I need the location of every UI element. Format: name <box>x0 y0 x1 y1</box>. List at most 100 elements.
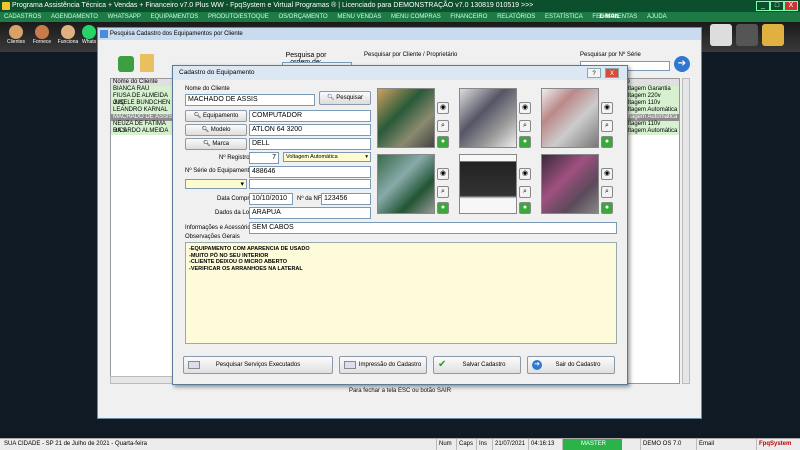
menu-vendas[interactable]: MENU VENDAS <box>333 12 385 22</box>
maximize-button[interactable]: □ <box>770 1 784 11</box>
table-row[interactable]: Voltagem Automática <box>619 128 679 135</box>
extra-field[interactable] <box>249 179 371 189</box>
table-row[interactable]: MACHADO DE ASSIS <box>111 114 175 121</box>
menu-agendamento[interactable]: AGENDAMENTO <box>47 12 102 22</box>
table-row[interactable]: RICARDO ALMEIDA <box>111 128 175 135</box>
edit-icon[interactable] <box>140 54 154 72</box>
funciona-button[interactable]: Funciona <box>56 24 80 50</box>
zoom-icon[interactable]: ⌕ <box>601 120 613 132</box>
menu-cadastros[interactable]: CADASTROS <box>0 12 45 22</box>
fornece-label: Fornece <box>32 39 52 45</box>
table-row[interactable]: FIUSA DE ALMEIDA JUQ <box>111 93 175 106</box>
status-email[interactable]: Email <box>696 439 714 450</box>
table-row[interactable]: GISELE BUNDCHEN <box>111 100 175 107</box>
menu-whatsapp[interactable]: WHATSAPP <box>104 12 145 22</box>
table-row[interactable]: BIANCA RAU <box>111 86 175 93</box>
tool-icon-a[interactable] <box>710 24 732 46</box>
app-title-bar: Programa Assistência Técnica + Vendas + … <box>0 0 800 12</box>
table-row[interactable]: Voltagem Garantia <box>619 86 679 93</box>
equipamento-button[interactable]: 🔍︎ Equipamento <box>185 110 247 122</box>
impressao-button[interactable]: Impressão do Cadastro <box>339 356 427 374</box>
marca-field[interactable]: DELL <box>249 138 371 150</box>
confirm-icon[interactable]: ● <box>601 202 613 214</box>
close-button[interactable]: X <box>784 1 798 11</box>
equipment-photo-1[interactable] <box>377 88 435 148</box>
menu-financeiro[interactable]: FINANCEIRO <box>446 12 491 22</box>
camera-icon[interactable]: ◉ <box>437 168 449 180</box>
clientes-button[interactable]: Clientes <box>4 24 28 50</box>
modelo-button[interactable]: 🔍︎ Modelo <box>185 124 247 136</box>
confirm-icon[interactable]: ● <box>437 202 449 214</box>
whatsapp-button[interactable]: WhatsApp <box>82 24 96 50</box>
table-row[interactable]: Voltagem 220v <box>619 93 679 100</box>
table-row[interactable]: NEUZA DE FATIMA DA S <box>111 121 175 134</box>
equipamento-field[interactable]: COMPUTADOR <box>249 110 371 122</box>
menu-ajuda[interactable]: AJUDA <box>643 12 671 22</box>
modelo-field[interactable]: ATLON 64 3200 <box>249 124 371 136</box>
serie-field[interactable]: 488646 <box>249 166 371 178</box>
zoom-icon[interactable]: ⌕ <box>437 120 449 132</box>
menu-estatistica[interactable]: ESTATÍSTICA <box>541 12 587 22</box>
help-button[interactable]: ? <box>587 68 601 78</box>
camera-icon[interactable]: ◉ <box>601 102 613 114</box>
camera-icon[interactable]: ◉ <box>519 102 531 114</box>
pesquisar-servicos-button[interactable]: Pesquisar Serviços Executados <box>183 356 333 374</box>
menu-email[interactable]: E-MAIL <box>595 12 624 22</box>
minimize-button[interactable]: _ <box>756 1 770 11</box>
menu-relatorios[interactable]: RELATÓRIOS <box>493 12 539 22</box>
confirm-icon[interactable]: ● <box>519 202 531 214</box>
table-row[interactable]: Voltagem Automática <box>619 114 679 121</box>
nf-field[interactable]: 123456 <box>321 193 371 205</box>
zoom-icon[interactable]: ⌕ <box>519 186 531 198</box>
extra-select[interactable]: ▾ <box>185 179 247 189</box>
data-compra-field[interactable]: 10/10/2010 <box>249 193 293 205</box>
table-row[interactable]: Voltagem 110v <box>619 121 679 128</box>
pesquisar-button[interactable]: 🔍︎ Pesquisar <box>319 91 371 105</box>
menu-os[interactable]: OS/ORÇAMENTO <box>274 12 331 22</box>
fornece-button[interactable]: Fornece <box>30 24 54 50</box>
loja-field[interactable]: ARAPUA <box>249 207 371 219</box>
clientes-label: Clientes <box>6 39 26 45</box>
search-client-label: Pesquisar por Cliente / Proprietário <box>364 52 458 58</box>
zoom-icon[interactable]: ⌕ <box>437 186 449 198</box>
menu-compras[interactable]: MENU COMPRAS <box>387 12 445 22</box>
equipment-photo-4[interactable] <box>377 154 435 214</box>
table-row[interactable]: Voltagem 110v <box>619 100 679 107</box>
confirm-icon[interactable]: ● <box>601 136 613 148</box>
equipment-photo-5[interactable] <box>459 154 517 214</box>
observacoes-textarea[interactable]: -EQUIPAMENTO COM APARENCIA DE USADO -MUI… <box>185 242 617 344</box>
confirm-icon[interactable]: ● <box>437 136 449 148</box>
equipment-photo-6[interactable] <box>541 154 599 214</box>
salvar-button[interactable]: ✔ Salvar Cadastro <box>433 356 521 374</box>
equipment-photo-2[interactable] <box>459 88 517 148</box>
zoom-icon[interactable]: ⌕ <box>519 120 531 132</box>
arrow-right-icon[interactable]: ➔ <box>674 56 690 72</box>
equipment-photo-3[interactable] <box>541 88 599 148</box>
table-row[interactable]: Voltagem Automática <box>619 107 679 114</box>
tool-icon-c[interactable] <box>762 24 784 46</box>
menu-equipamentos[interactable]: EQUIPAMENTOS <box>147 12 203 22</box>
vertical-scrollbar[interactable] <box>682 78 690 384</box>
sair-button[interactable]: ➔ Sair do Cadastro <box>527 356 615 374</box>
app-icon <box>2 2 10 10</box>
table-row[interactable]: LEANDRO KARNAL <box>111 107 175 114</box>
chevron-down-icon: ▾ <box>365 154 368 160</box>
menu-produto[interactable]: PRODUTO/ESTOQUE <box>204 12 273 22</box>
zoom-icon[interactable]: ⌕ <box>601 186 613 198</box>
confirm-icon[interactable]: ● <box>519 136 531 148</box>
camera-icon[interactable]: ◉ <box>437 102 449 114</box>
client-grid[interactable]: Nome do Cliente BIANCA RAU FIUSA DE ALME… <box>110 78 176 384</box>
acessorios-field[interactable]: SEM CABOS <box>249 222 617 234</box>
tool-icon-b[interactable] <box>736 24 758 46</box>
voltagem-select[interactable]: Voltagem Automática ▾ <box>283 152 371 162</box>
camera-icon[interactable]: ◉ <box>519 168 531 180</box>
dialog-close-button[interactable]: X <box>605 68 619 78</box>
add-icon[interactable] <box>118 56 134 72</box>
registro-field[interactable]: 7 <box>249 152 279 164</box>
marca-button[interactable]: 🔍︎ Marca <box>185 138 247 150</box>
horizontal-scrollbar[interactable] <box>110 376 176 384</box>
camera-icon[interactable]: ◉ <box>601 168 613 180</box>
funciona-icon <box>61 25 75 39</box>
dialog-titlebar: Cadastro do Equipamento ? X <box>173 66 627 80</box>
nome-cliente-field[interactable]: MACHADO DE ASSIS <box>185 94 315 106</box>
